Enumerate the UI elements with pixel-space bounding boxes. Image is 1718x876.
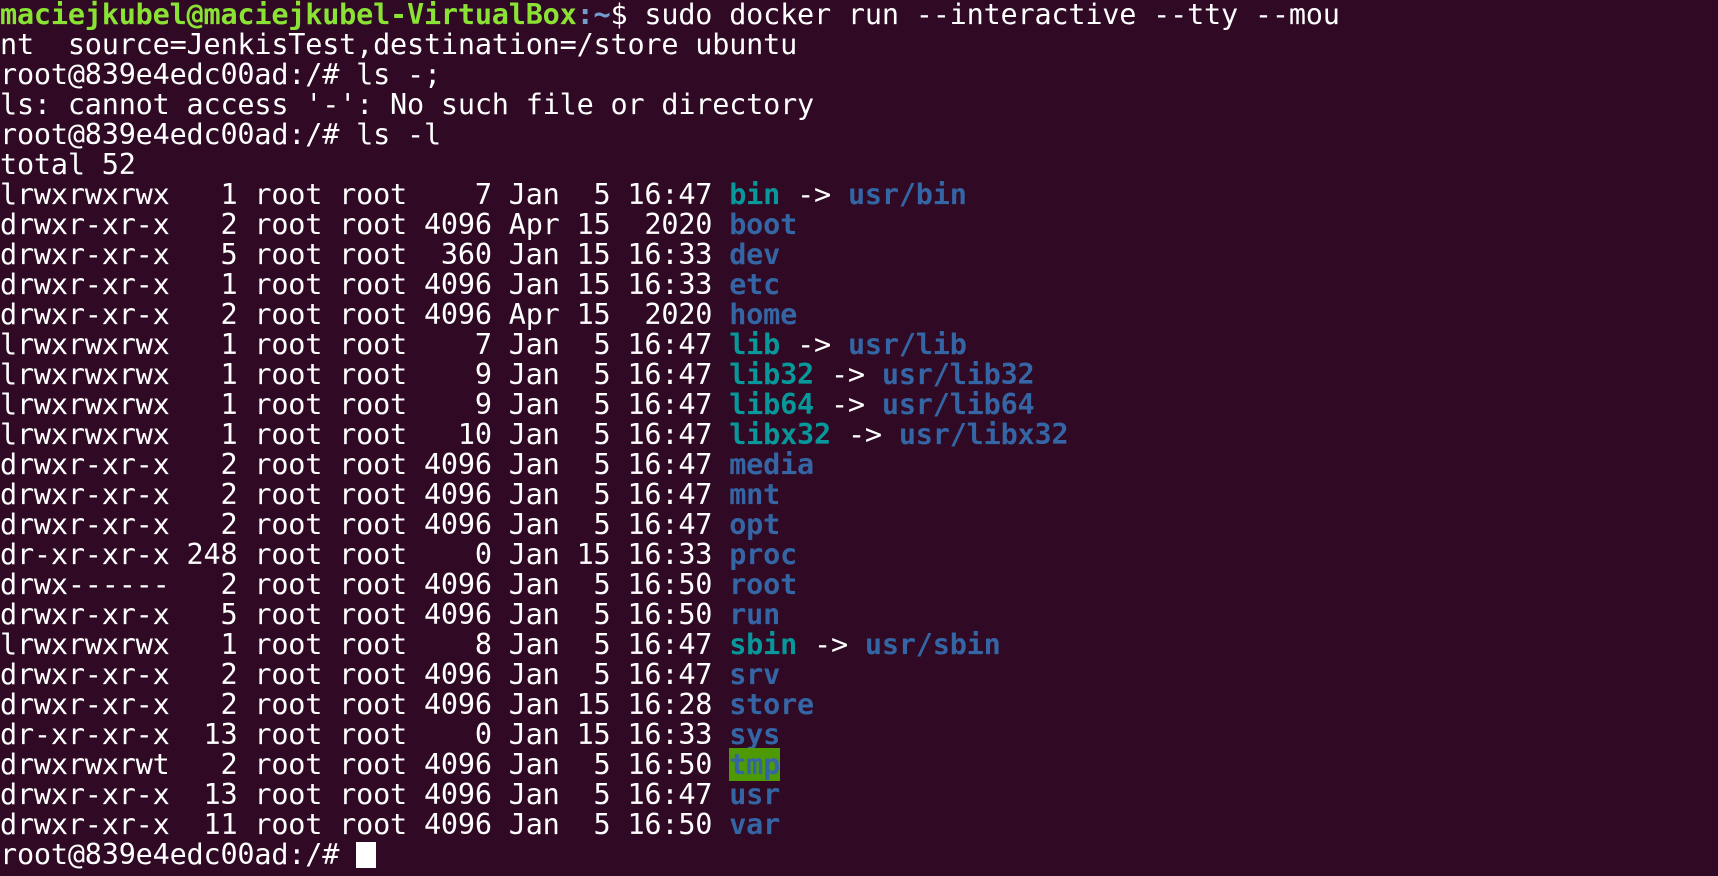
ls-row-name: opt bbox=[729, 508, 781, 541]
ls-row: lrwxrwxrwx 1 root root 7 Jan 5 16:47 lib… bbox=[0, 330, 1718, 360]
ls-row-meta: drwxr-xr-x 1 root root 4096 Jan 15 16:33 bbox=[0, 268, 730, 301]
ls-row: drwxr-xr-x 2 root root 4096 Jan 5 16:47 … bbox=[0, 450, 1718, 480]
ls-row-meta: drwxr-xr-x 2 root root 4096 Apr 15 2020 bbox=[0, 208, 730, 241]
ls-row-meta: drwxrwxrwt 2 root root 4096 Jan 5 16:50 bbox=[0, 748, 730, 781]
ls-row-meta: drwxr-xr-x 2 root root 4096 Jan 5 16:47 bbox=[0, 478, 730, 511]
ls-row-meta: dr-xr-xr-x 248 root root 0 Jan 15 16:33 bbox=[0, 538, 730, 571]
command-text: $ sudo docker run --interactive --tty --… bbox=[610, 0, 1340, 31]
prompt-line-1: root@839e4edc00ad:/# ls -; bbox=[0, 60, 1718, 90]
root-prompt: root@839e4edc00ad:/# bbox=[0, 838, 357, 871]
command-line: maciejkubel@maciejkubel-VirtualBox:~$ su… bbox=[0, 0, 1718, 30]
ls-row-meta: drwx------ 2 root root 4096 Jan 5 16:50 bbox=[0, 568, 730, 601]
ls-row: drwxr-xr-x 13 root root 4096 Jan 5 16:47… bbox=[0, 780, 1718, 810]
ls-row-name: sbin bbox=[729, 628, 798, 661]
ls-row-meta: drwxr-xr-x 5 root root 360 Jan 15 16:33 bbox=[0, 238, 730, 271]
ls-row-name: bin bbox=[729, 178, 781, 211]
error-line: ls: cannot access '-': No such file or d… bbox=[0, 88, 815, 121]
active-prompt-line[interactable]: root@839e4edc00ad:/# bbox=[0, 840, 1718, 870]
ls-row-meta: lrwxrwxrwx 1 root root 9 Jan 5 16:47 bbox=[0, 358, 730, 391]
symlink-arrow: -> bbox=[830, 418, 899, 451]
ls-row-name: var bbox=[729, 808, 781, 841]
ls-row-link-target: usr/lib bbox=[847, 328, 967, 361]
symlink-arrow: -> bbox=[780, 178, 848, 211]
ls-row-name: media bbox=[729, 448, 815, 481]
ls-row: drwxr-xr-x 11 root root 4096 Jan 5 16:50… bbox=[0, 810, 1718, 840]
prompt-path: :~ bbox=[576, 0, 611, 31]
ls-row-name: lib bbox=[729, 328, 781, 361]
command-ls-dash: ls -; bbox=[356, 58, 441, 91]
ls-row: drwxr-xr-x 2 root root 4096 Apr 15 2020 … bbox=[0, 210, 1718, 240]
total-line: total 52 bbox=[0, 148, 136, 181]
ls-row-name: libx32 bbox=[729, 418, 831, 451]
ls-row-name: lib32 bbox=[729, 358, 815, 391]
ls-row: dr-xr-xr-x 13 root root 0 Jan 15 16:33 s… bbox=[0, 720, 1718, 750]
ls-row-name: srv bbox=[729, 658, 781, 691]
ls-row-meta: drwxr-xr-x 2 root root 4096 Apr 15 2020 bbox=[0, 298, 730, 331]
prompt-line-2: root@839e4edc00ad:/# ls -l bbox=[0, 120, 1718, 150]
ls-row-name: tmp bbox=[729, 748, 781, 781]
ls-row-meta: lrwxrwxrwx 1 root root 7 Jan 5 16:47 bbox=[0, 178, 730, 211]
ls-row-meta: drwxr-xr-x 2 root root 4096 Jan 5 16:47 bbox=[0, 448, 730, 481]
ls-row: drwxr-xr-x 2 root root 4096 Jan 5 16:47 … bbox=[0, 510, 1718, 540]
root-prompt: root@839e4edc00ad:/# bbox=[0, 58, 357, 91]
ls-row-meta: drwxr-xr-x 5 root root 4096 Jan 5 16:50 bbox=[0, 598, 730, 631]
ls-row: drwxr-xr-x 1 root root 4096 Jan 15 16:33… bbox=[0, 270, 1718, 300]
ls-row-meta: dr-xr-xr-x 13 root root 0 Jan 15 16:33 bbox=[0, 718, 730, 751]
ls-row-name: proc bbox=[729, 538, 798, 571]
ls-row: drwxr-xr-x 2 root root 4096 Jan 15 16:28… bbox=[0, 690, 1718, 720]
ls-row-meta: drwxr-xr-x 2 root root 4096 Jan 15 16:28 bbox=[0, 688, 730, 721]
ls-row-meta: lrwxrwxrwx 1 root root 7 Jan 5 16:47 bbox=[0, 328, 730, 361]
ls-row-link-target: usr/libx32 bbox=[898, 418, 1069, 451]
ls-row: lrwxrwxrwx 1 root root 9 Jan 5 16:47 lib… bbox=[0, 360, 1718, 390]
terminal-window[interactable]: maciejkubel@maciejkubel-VirtualBox:~$ su… bbox=[0, 0, 1718, 876]
ls-row-meta: drwxr-xr-x 11 root root 4096 Jan 5 16:50 bbox=[0, 808, 730, 841]
ls-listing: lrwxrwxrwx 1 root root 7 Jan 5 16:47 bin… bbox=[0, 180, 1718, 840]
symlink-arrow: -> bbox=[780, 328, 848, 361]
ls-row: drwx------ 2 root root 4096 Jan 5 16:50 … bbox=[0, 570, 1718, 600]
ls-row-link-target: usr/lib32 bbox=[881, 358, 1035, 391]
prompt-user-host: maciejkubel@maciejkubel-VirtualBox bbox=[0, 0, 577, 31]
ls-row-name: dev bbox=[729, 238, 781, 271]
ls-row-meta: lrwxrwxrwx 1 root root 10 Jan 5 16:47 bbox=[0, 418, 730, 451]
ls-row: lrwxrwxrwx 1 root root 8 Jan 5 16:47 sbi… bbox=[0, 630, 1718, 660]
ls-row-name: mnt bbox=[729, 478, 781, 511]
ls-row-link-target: usr/lib64 bbox=[881, 388, 1035, 421]
root-prompt: root@839e4edc00ad:/# bbox=[0, 118, 357, 151]
symlink-arrow: -> bbox=[814, 358, 882, 391]
ls-row-name: lib64 bbox=[729, 388, 815, 421]
ls-row: drwxr-xr-x 5 root root 4096 Jan 5 16:50 … bbox=[0, 600, 1718, 630]
ls-row-name: sys bbox=[729, 718, 781, 751]
command-line-wrap: nt source=JenkisTest,destination=/store … bbox=[0, 28, 798, 61]
ls-row: lrwxrwxrwx 1 root root 10 Jan 5 16:47 li… bbox=[0, 420, 1718, 450]
ls-row-name: store bbox=[729, 688, 815, 721]
ls-row-meta: drwxr-xr-x 2 root root 4096 Jan 5 16:47 bbox=[0, 508, 730, 541]
command-ls-l: ls -l bbox=[356, 118, 441, 151]
ls-row: drwxr-xr-x 2 root root 4096 Apr 15 2020 … bbox=[0, 300, 1718, 330]
ls-row-name: run bbox=[729, 598, 781, 631]
ls-row-name: etc bbox=[729, 268, 781, 301]
ls-row: drwxr-xr-x 2 root root 4096 Jan 5 16:47 … bbox=[0, 660, 1718, 690]
ls-row-meta: lrwxrwxrwx 1 root root 9 Jan 5 16:47 bbox=[0, 388, 730, 421]
ls-row: dr-xr-xr-x 248 root root 0 Jan 15 16:33 … bbox=[0, 540, 1718, 570]
symlink-arrow: -> bbox=[797, 628, 865, 661]
ls-row: drwxrwxrwt 2 root root 4096 Jan 5 16:50 … bbox=[0, 748, 1718, 781]
ls-row-link-target: usr/sbin bbox=[864, 628, 1001, 661]
ls-row: lrwxrwxrwx 1 root root 9 Jan 5 16:47 lib… bbox=[0, 390, 1718, 420]
ls-row-meta: lrwxrwxrwx 1 root root 8 Jan 5 16:47 bbox=[0, 628, 730, 661]
ls-row: drwxr-xr-x 2 root root 4096 Jan 5 16:47 … bbox=[0, 480, 1718, 510]
ls-row-name: boot bbox=[729, 208, 798, 241]
ls-row: lrwxrwxrwx 1 root root 7 Jan 5 16:47 bin… bbox=[0, 180, 1718, 210]
ls-row: drwxr-xr-x 5 root root 360 Jan 15 16:33 … bbox=[0, 240, 1718, 270]
ls-row-meta: drwxr-xr-x 2 root root 4096 Jan 5 16:47 bbox=[0, 658, 730, 691]
ls-row-name: usr bbox=[729, 778, 781, 811]
ls-row-name: home bbox=[729, 298, 798, 331]
text-cursor[interactable] bbox=[356, 842, 377, 868]
ls-row-meta: drwxr-xr-x 13 root root 4096 Jan 5 16:47 bbox=[0, 778, 730, 811]
symlink-arrow: -> bbox=[814, 388, 882, 421]
ls-row-name: root bbox=[729, 568, 798, 601]
ls-row-link-target: usr/bin bbox=[847, 178, 967, 211]
